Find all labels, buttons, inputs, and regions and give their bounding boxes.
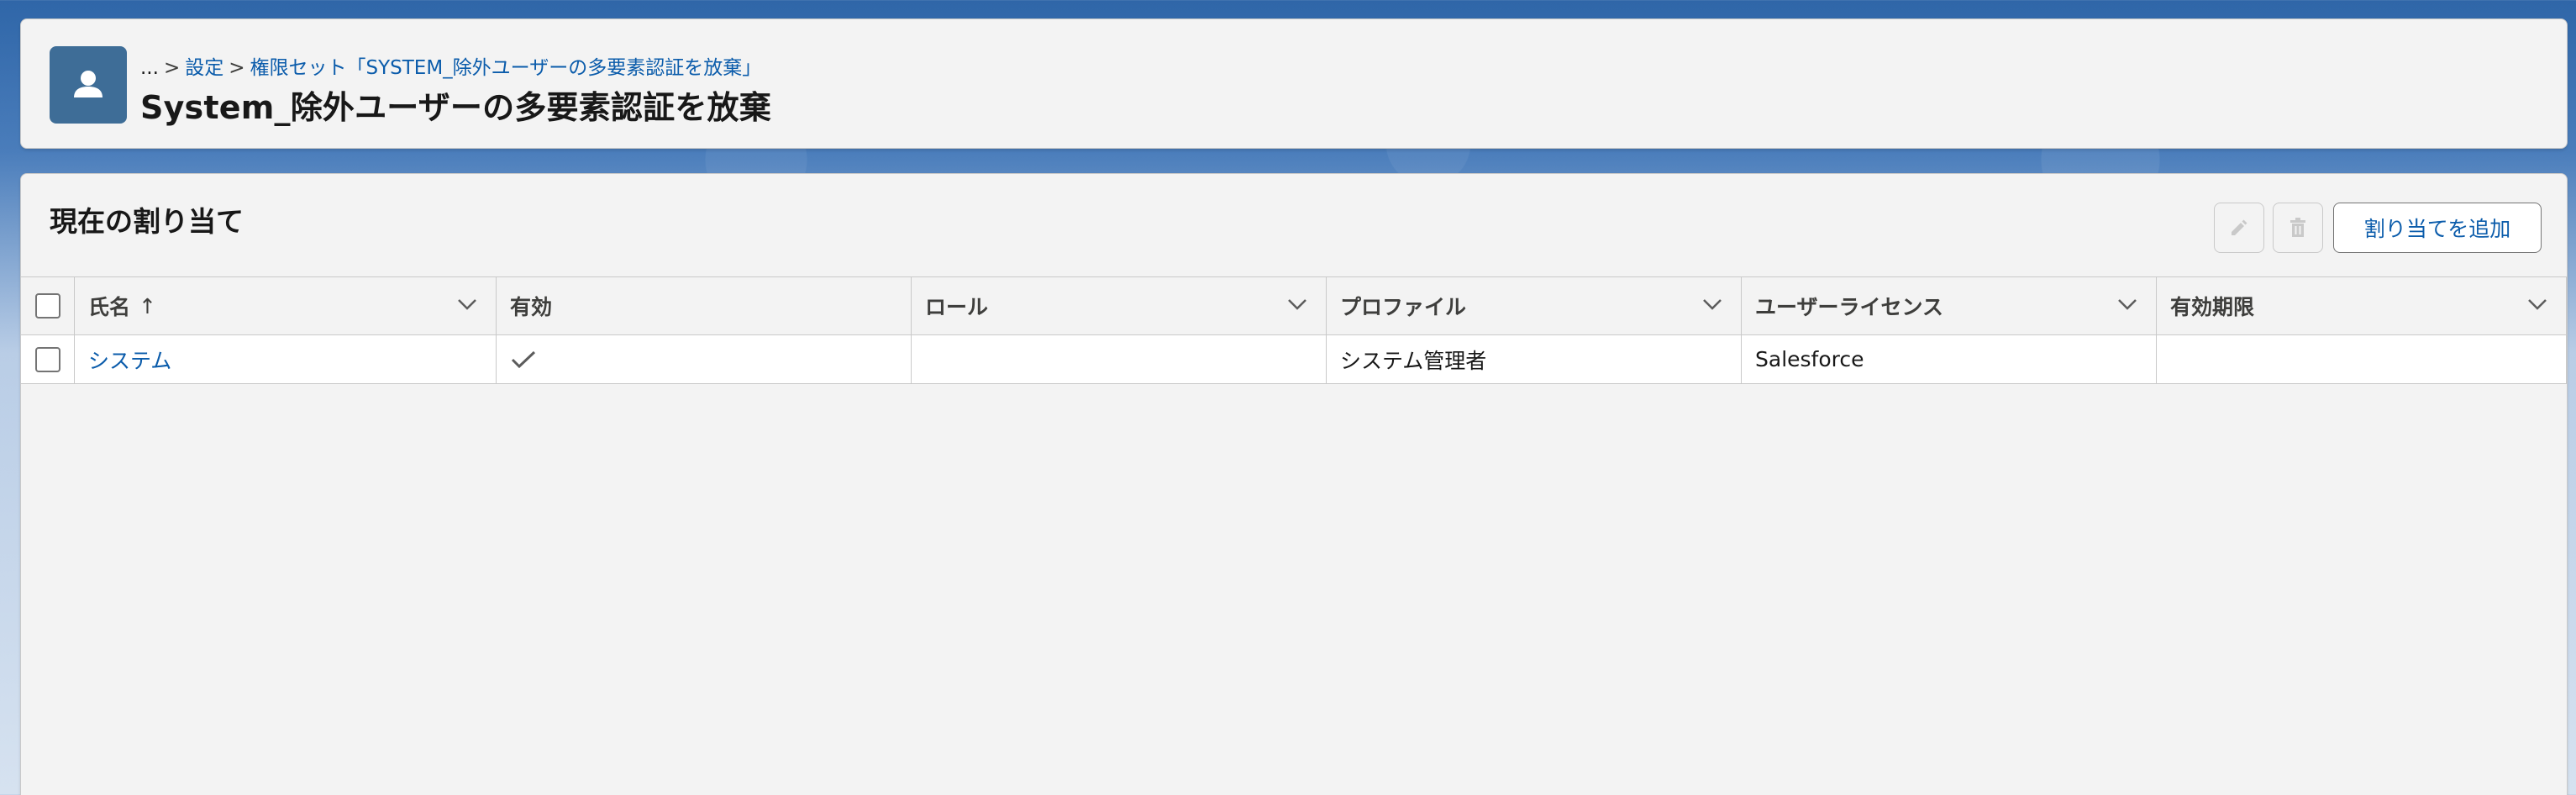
- assignments-table: 氏名 ↑ 有効 ロール プロファイル ユーザーライセンス 有効期限 システム シ…: [21, 276, 2567, 384]
- cell-role: [912, 335, 1327, 383]
- cell-active: [497, 335, 912, 383]
- column-header-expiry[interactable]: 有効期限: [2157, 277, 2567, 334]
- column-header-label: 氏名: [88, 295, 131, 319]
- select-all-checkbox[interactable]: [34, 293, 60, 319]
- column-header-name[interactable]: 氏名 ↑: [75, 277, 497, 334]
- header-checkbox-cell: [21, 277, 75, 334]
- chevron-down-icon[interactable]: [2527, 297, 2547, 311]
- pencil-icon: [2232, 219, 2247, 235]
- breadcrumb-separator: >: [229, 57, 245, 79]
- chevron-down-icon[interactable]: [2117, 297, 2137, 311]
- add-assignment-button[interactable]: 割り当てを追加: [2333, 203, 2542, 253]
- assignments-card: 現在の割り当て 割り当てを追加 氏名 ↑ 有効 ロール プロファイル ユーザーラ…: [20, 173, 2568, 795]
- chevron-down-icon[interactable]: [457, 297, 477, 311]
- column-header-active[interactable]: 有効: [497, 277, 912, 334]
- breadcrumb: ... > 設定 > 権限セット「SYSTEM_除外ユーザーの多要素認証を放棄」: [140, 51, 761, 80]
- column-header-license[interactable]: ユーザーライセンス: [1742, 277, 2157, 334]
- column-header-label: ロール: [925, 295, 989, 319]
- chevron-down-icon[interactable]: [1702, 297, 1722, 311]
- breadcrumb-ellipsis[interactable]: ...: [140, 57, 159, 79]
- trash-icon: [2290, 218, 2305, 237]
- checkmark-icon: [511, 350, 536, 368]
- table-header-row: 氏名 ↑ 有効 ロール プロファイル ユーザーライセンス 有効期限: [21, 276, 2567, 335]
- cell-profile: システム管理者: [1327, 335, 1742, 383]
- column-header-profile[interactable]: プロファイル: [1327, 277, 1742, 334]
- cell-name: システム: [75, 335, 497, 383]
- column-header-label: ユーザーライセンス: [1755, 295, 1944, 319]
- edit-button[interactable]: [2214, 203, 2264, 253]
- section-title: 現在の割り当て: [50, 205, 244, 238]
- row-checkbox-cell: [21, 335, 75, 383]
- page-header: ... > 設定 > 権限セット「SYSTEM_除外ユーザーの多要素認証を放棄」 Sys…: [20, 18, 2568, 149]
- column-header-label: プロファイル: [1340, 295, 1467, 319]
- column-header-label: 有効: [510, 295, 553, 319]
- breadcrumb-separator: >: [163, 57, 181, 79]
- delete-button[interactable]: [2273, 203, 2323, 253]
- column-header-label: 有効期限: [2170, 295, 2255, 319]
- table-row: システム システム管理者 Salesforce: [21, 335, 2567, 384]
- chevron-down-icon[interactable]: [1287, 297, 1307, 311]
- cell-expiry: [2157, 335, 2567, 383]
- user-icon: [50, 46, 127, 124]
- user-name-link[interactable]: システム: [88, 345, 171, 375]
- page-title: System_除外ユーザーの多要素認証を放棄: [140, 89, 771, 126]
- column-header-role[interactable]: ロール: [912, 277, 1327, 334]
- row-select-checkbox[interactable]: [34, 346, 60, 372]
- breadcrumb-permission-set-link[interactable]: 権限セット「SYSTEM_除外ユーザーの多要素認証を放棄」: [250, 57, 762, 79]
- cell-license: Salesforce: [1742, 335, 2157, 383]
- sort-ascending-icon: ↑: [139, 293, 156, 319]
- breadcrumb-setup-link[interactable]: 設定: [185, 57, 223, 79]
